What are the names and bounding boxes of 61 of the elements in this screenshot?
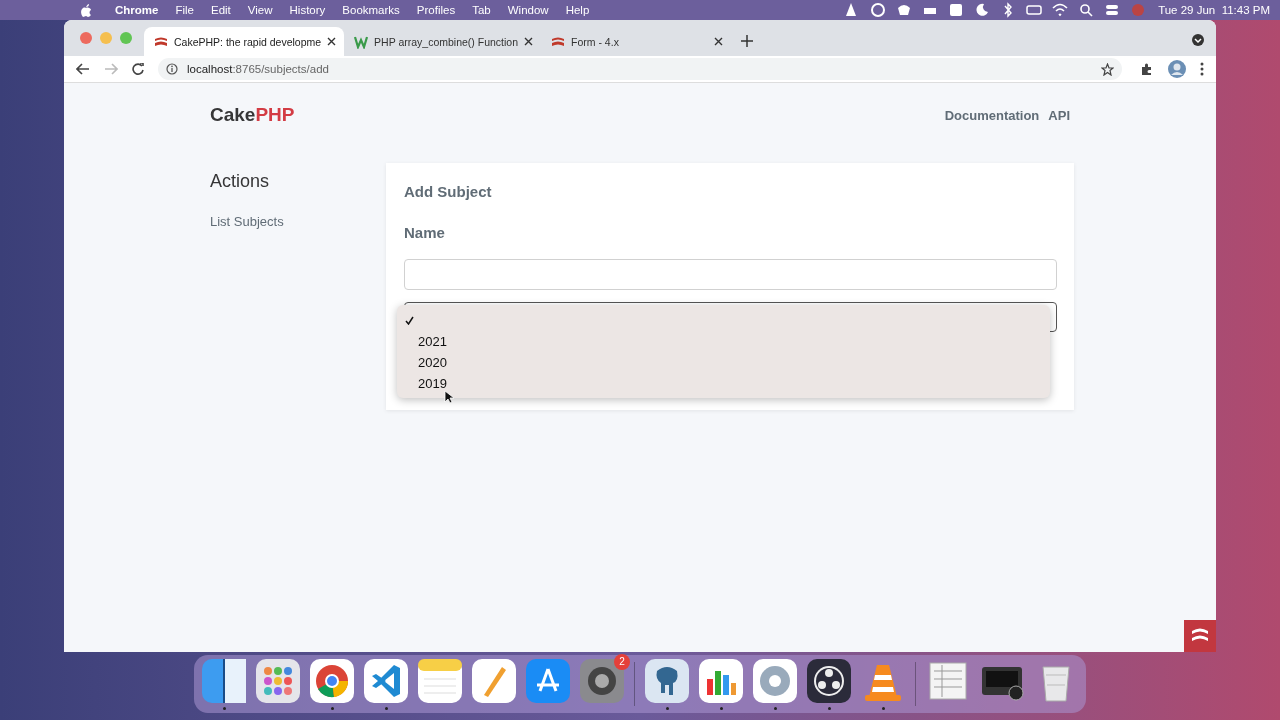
reload-icon[interactable] <box>132 63 144 75</box>
site-logo[interactable]: CakePHP <box>210 104 295 126</box>
form-title: Add Subject <box>404 183 493 200</box>
notes-icon[interactable] <box>418 658 462 703</box>
browser-tab[interactable]: CakePHP: the rapid developme <box>144 27 345 56</box>
moon-icon[interactable] <box>974 2 991 18</box>
tab-search-icon[interactable] <box>1192 34 1204 46</box>
url-text: localhost:8765/subjects/add <box>187 63 329 75</box>
sidebar-link[interactable]: List Subjects <box>210 214 386 229</box>
chrome-icon[interactable] <box>310 658 354 703</box>
tab-title: CakePHP: the rapid developme <box>174 34 322 49</box>
dropdown-option[interactable]: 2019 <box>405 373 1050 394</box>
clock[interactable]: Tue 29 Jun 11:43 PM <box>1158 4 1270 16</box>
dropdown-option[interactable]: 2020 <box>405 352 1050 373</box>
close-icon[interactable] <box>327 37 337 46</box>
puzzle-icon[interactable] <box>1140 62 1154 76</box>
menu-item[interactable]: View <box>247 4 273 16</box>
w-icon <box>354 34 369 49</box>
apple-icon[interactable] <box>80 3 92 17</box>
menu-item[interactable]: Window <box>507 4 549 16</box>
info-icon <box>166 63 178 75</box>
close-icon[interactable] <box>524 37 534 46</box>
battery-icon[interactable] <box>1026 2 1043 18</box>
tab-title: Form - 4.x <box>571 34 620 49</box>
launchpad-icon[interactable] <box>256 658 300 703</box>
code-editor-icon[interactable] <box>364 658 408 703</box>
cursor-icon <box>444 390 454 404</box>
app-menu[interactable]: Chrome <box>115 4 159 16</box>
menu-item[interactable]: Profiles <box>416 4 456 16</box>
settings-icon[interactable] <box>580 658 624 703</box>
menu-item[interactable]: File <box>175 4 194 16</box>
bar-chart-icon[interactable] <box>699 658 743 703</box>
menu-item[interactable]: Bookmarks <box>342 4 400 16</box>
browser-tab[interactable]: PHP array_combine() Function <box>344 27 542 56</box>
address-bar[interactable]: localhost:8765/subjects/add <box>158 58 1122 80</box>
name-field[interactable] <box>404 259 1057 290</box>
more-icon[interactable] <box>1200 62 1204 76</box>
browser-tab[interactable]: Form - 4.x <box>541 27 732 56</box>
dropdown-option[interactable]: 2021 <box>405 331 1050 352</box>
menu-item[interactable]: Help <box>565 4 590 16</box>
check-icon <box>405 316 414 325</box>
nav-link[interactable]: Documentation <box>944 107 1040 123</box>
wifi-icon[interactable] <box>1052 2 1069 18</box>
pen-icon[interactable] <box>472 658 516 703</box>
sidebar-heading: Actions <box>210 171 271 192</box>
nav-link[interactable]: API <box>1048 107 1070 123</box>
close-icon[interactable] <box>714 37 724 46</box>
menu-item[interactable]: Edit <box>211 4 231 16</box>
circle-icon[interactable] <box>870 2 887 18</box>
field-label: Name <box>404 224 446 241</box>
search-icon[interactable] <box>1078 2 1095 18</box>
obs-icon[interactable] <box>807 658 851 703</box>
star-icon[interactable] <box>1101 62 1114 76</box>
app-store-icon[interactable] <box>526 658 570 703</box>
menu-item[interactable]: Tab <box>472 4 491 16</box>
notification-badge: 2 <box>614 653 630 670</box>
tab-title: PHP array_combine() Function <box>374 34 519 49</box>
menu-item[interactable]: History <box>289 4 326 16</box>
plus-icon[interactable] <box>741 35 754 47</box>
back-icon[interactable] <box>76 63 90 75</box>
control-center-icon[interactable] <box>1104 2 1121 18</box>
